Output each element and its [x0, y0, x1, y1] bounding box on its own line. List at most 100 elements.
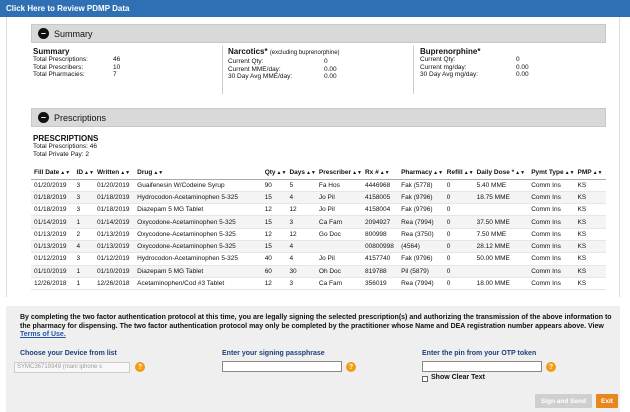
table-cell: 15 [261, 240, 287, 254]
table-cell: Comm Ins [528, 179, 575, 192]
table-cell: Diazepam 5 MG Tablet [134, 203, 262, 217]
narcotics-title: Narcotics* [228, 47, 268, 56]
table-header-row: Fill Date▲▼ ID▲▼ Written▲▼ Drug▲▼ Qty▲▼ Days▲… [31, 166, 606, 180]
table-cell: 12 [261, 203, 287, 217]
table-row[interactable]: 01/14/2019 1 01/14/2019 Oxycodone-Acetamino… [31, 215, 606, 229]
table-row[interactable]: 12/26/2018 1 12/26/2018 Acetaminophen/Cod #… [31, 277, 606, 291]
table-cell: 01/13/2019 [93, 240, 135, 254]
table-cell: KS [574, 277, 606, 291]
table-cell: Acetaminophen/Cod #3 Tablet [134, 277, 262, 291]
column-header[interactable]: Days▲▼ [286, 166, 316, 180]
table-row[interactable]: 01/20/2019 3 01/20/2019 Guaifenesin W/Codei… [31, 179, 606, 192]
table-cell: Diazepam 5 MG Tablet [134, 265, 262, 278]
help-icon[interactable]: ? [546, 362, 556, 372]
buprenorphine-row: 30 Day Avg mg/day: 0.00 [420, 71, 529, 78]
table-cell: 4 [73, 240, 94, 254]
help-icon[interactable]: ? [135, 362, 145, 372]
narcotics-note: (excluding buprenorphine) [269, 50, 340, 56]
review-pdmp-data-link[interactable]: Click Here to Review PDMP Data [0, 0, 630, 17]
table-cell: Oxycodone-Acetaminophen 5-325 [134, 240, 262, 254]
table-cell: 12 [286, 203, 316, 217]
narcotics-summary: Narcotics* (excluding buprenorphine) Cur… [228, 47, 408, 93]
divider [222, 46, 223, 94]
column-header[interactable]: PMP▲▼ [574, 166, 606, 180]
exit-button[interactable]: Exit [596, 394, 618, 408]
table-row[interactable]: 01/18/2019 3 01/18/2019 Hydrocodon-Acetamin… [31, 191, 606, 205]
table-cell: 12 [261, 277, 287, 291]
column-header[interactable]: Daily Dose *▲▼ [473, 166, 529, 180]
summary-section-toggle[interactable]: – Summary [31, 24, 606, 43]
table-cell: KS [574, 228, 606, 241]
summary-totals: Summary Total Prescriptions: 46 Total Pre… [33, 47, 213, 93]
column-header[interactable]: Drug▲▼ [134, 166, 262, 180]
table-cell: 12 [261, 228, 287, 241]
table-cell: 01/13/2019 [31, 240, 74, 254]
table-cell: Pil (5879) [398, 265, 444, 278]
table-cell: Rea (3750) [398, 228, 444, 241]
table-row[interactable]: 01/12/2019 3 01/12/2019 Hydrocodon-Acetamin… [31, 252, 606, 266]
terms-of-use-link[interactable]: Terms of Use. [20, 331, 66, 338]
table-row[interactable]: 01/18/2019 3 01/18/2019 Diazepam 5 MG Table… [31, 203, 606, 217]
table-cell: Fak (9796) [398, 191, 444, 205]
prescriptions-section-toggle[interactable]: – Prescriptions [31, 108, 606, 127]
table-cell: Fa Hos [315, 179, 362, 192]
column-header[interactable]: ID▲▼ [73, 166, 94, 180]
table-cell: 0 [443, 252, 474, 266]
table-row[interactable]: 01/10/2019 1 01/10/2019 Diazepam 5 MG Table… [31, 265, 606, 278]
summary-section-label: Summary [54, 28, 93, 39]
column-header[interactable]: Pymt Type▲▼ [528, 166, 575, 180]
signing-panel: By completing the two factor authenticat… [6, 306, 620, 412]
sort-icon: ▲▼ [153, 169, 164, 176]
table-cell: Comm Ins [528, 265, 575, 278]
column-header[interactable]: Written▲▼ [93, 166, 135, 180]
table-row[interactable]: 01/13/2019 2 01/13/2019 Oxycodone-Acetamino… [31, 228, 606, 241]
device-select[interactable]: SYMC36719349 (mani iphone s [14, 362, 130, 373]
column-header[interactable]: Fill Date▲▼ [31, 166, 74, 180]
table-cell: 2 [73, 228, 94, 241]
table-cell: Oxycodone-Acetaminophen 5-325 [134, 215, 262, 229]
table-cell: 01/13/2019 [31, 228, 74, 241]
table-cell: 50.00 MME [473, 252, 529, 266]
table-cell: Jo Pil [315, 203, 362, 217]
table-cell: 18.00 MME [473, 277, 529, 291]
table-row[interactable]: 01/13/2019 4 01/13/2019 Oxycodone-Acetamino… [31, 240, 606, 254]
table-cell: Fak (9796) [398, 252, 444, 266]
otp-label: Enter the pin from your OTP token [422, 350, 537, 357]
table-body: 01/20/2019 3 01/20/2019 Guaifenesin W/Codei… [31, 179, 606, 291]
table-cell: 1 [73, 265, 94, 278]
prescriptions-section-label: Prescriptions [54, 112, 107, 123]
buprenorphine-row: Current mg/day: 0.00 [420, 63, 529, 71]
buprenorphine-summary: Buprenorphine* Current Qty: 0 Current mg/… [420, 47, 600, 93]
otp-input[interactable] [422, 361, 542, 372]
passphrase-input[interactable] [222, 361, 342, 372]
table-cell: Rea (7994) [398, 215, 444, 229]
summary-row: Total Pharmacies: 7 [33, 71, 117, 78]
help-icon[interactable]: ? [346, 362, 356, 372]
column-header[interactable]: Refill▲▼ [443, 166, 474, 180]
show-clear-text-checkbox[interactable] [422, 376, 428, 382]
column-header[interactable]: Prescriber▲▼ [315, 166, 362, 180]
sort-icon: ▲▼ [352, 169, 362, 176]
column-header[interactable]: Rx #▲▼ [361, 166, 399, 180]
table-cell: 18.75 MME [473, 191, 529, 205]
table-cell: 01/20/2019 [31, 179, 74, 192]
table-cell: 0 [443, 215, 474, 229]
table-cell: 4158004 [361, 203, 399, 217]
table-cell: 01/18/2019 [93, 203, 135, 217]
table-cell: Ca Fam [315, 277, 362, 291]
sign-and-send-button[interactable]: Sign and Send [535, 394, 592, 408]
buprenorphine-row: Current Qty: 0 [420, 56, 520, 63]
column-header[interactable]: Pharmacy▲▼ [398, 166, 444, 180]
table-cell: 4 [286, 191, 316, 205]
sort-icon: ▲▼ [515, 169, 526, 176]
table-cell: 01/14/2019 [93, 215, 135, 229]
sort-icon: ▲▼ [463, 169, 474, 176]
table-cell: 5.40 MME [473, 179, 529, 192]
sort-icon: ▲▼ [60, 169, 71, 176]
sort-icon: ▲▼ [120, 169, 131, 176]
column-header[interactable]: Qty▲▼ [261, 166, 287, 180]
table-cell: 0 [443, 179, 474, 192]
sort-icon: ▲▼ [305, 169, 316, 176]
table-cell: 37.50 MME [473, 215, 529, 229]
table-cell: 01/18/2019 [93, 191, 135, 205]
